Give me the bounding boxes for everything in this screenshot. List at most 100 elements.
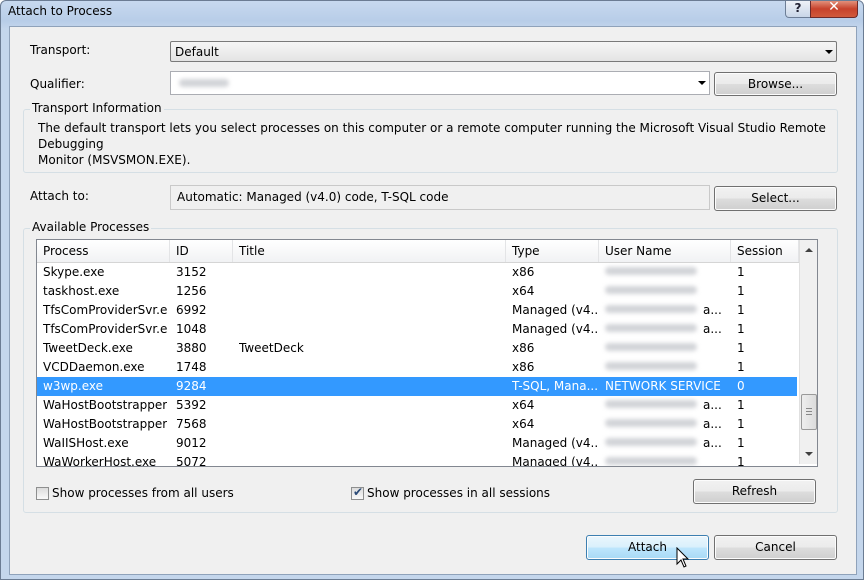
cell-type: Managed (v4.... bbox=[512, 303, 597, 317]
column-header-type[interactable]: Type bbox=[506, 240, 599, 262]
cell-id: 6992 bbox=[176, 303, 207, 317]
table-row[interactable]: taskhost.exe 1256 x64 1 bbox=[37, 282, 797, 301]
redacted-user-name bbox=[605, 301, 697, 320]
column-header-session[interactable]: Session bbox=[731, 240, 799, 262]
table-row[interactable]: WaWorkerHost.exe 5072 Managed (v4.... 1 bbox=[37, 453, 797, 467]
mouse-pointer-icon bbox=[676, 547, 690, 568]
window-title: Attach to Process bbox=[8, 4, 113, 18]
table-row[interactable]: w3wp.exe 9284 T-SQL, Mana... NETWORK SERVIC… bbox=[37, 377, 797, 396]
table-row[interactable]: TfsComProviderSvr.exe 1048 Managed (v4....… bbox=[37, 320, 797, 339]
cell-type: Managed (v4.... bbox=[512, 322, 597, 336]
available-processes-label: Available Processes bbox=[30, 220, 152, 234]
attach-to-value: Automatic: Managed (v4.0) code, T-SQL co… bbox=[177, 190, 449, 204]
redacted-user-name bbox=[605, 453, 697, 466]
cell-id: 9284 bbox=[176, 379, 207, 393]
scroll-down-button[interactable] bbox=[800, 445, 817, 462]
show-all-users-label[interactable]: Show processes from all users bbox=[52, 486, 234, 500]
table-row[interactable]: WaIISHost.exe 9012 Managed (v4.... a... 1 bbox=[37, 434, 797, 453]
cell-type: x86 bbox=[512, 265, 535, 279]
redacted-user-name bbox=[605, 339, 697, 358]
redacted-user-name bbox=[605, 438, 697, 446]
redacted-user-name bbox=[605, 400, 697, 408]
table-row[interactable]: WaHostBootstrapper.... 7568 x64 a... 1 bbox=[37, 415, 797, 434]
attach-to-process-window: Attach to Process ? ✕ Transport: Default… bbox=[0, 0, 864, 580]
transport-dropdown[interactable]: Default bbox=[170, 41, 837, 62]
redacted-user-name bbox=[605, 457, 697, 465]
cell-process: WaWorkerHost.exe bbox=[43, 455, 157, 467]
chevron-down-icon bbox=[825, 50, 833, 54]
cell-user-name: NETWORK SERVICE bbox=[605, 379, 721, 393]
table-row[interactable]: Skype.exe 3152 x86 1 bbox=[37, 263, 797, 282]
qualifier-label: Qualifier: bbox=[30, 77, 85, 91]
cell-type: x64 bbox=[512, 284, 535, 298]
redacted-user-name bbox=[605, 343, 697, 351]
cell-user-name: a... bbox=[703, 417, 722, 431]
show-all-users-checkbox[interactable] bbox=[36, 487, 49, 500]
scroll-up-button[interactable] bbox=[800, 242, 817, 259]
attach-to-label: Attach to: bbox=[30, 189, 89, 203]
redacted-user-name bbox=[605, 419, 697, 427]
table-row[interactable]: WaHostBootstrapper.... 5392 x64 a... 1 bbox=[37, 396, 797, 415]
cell-id: 3152 bbox=[176, 265, 207, 279]
cell-process: TfsComProviderSvr.exe bbox=[43, 303, 167, 317]
close-button[interactable]: ✕ bbox=[810, 1, 858, 18]
column-header-id[interactable]: ID bbox=[170, 240, 233, 262]
table-row[interactable]: VCDDaemon.exe 1748 x86 1 bbox=[37, 358, 797, 377]
cell-id: 1256 bbox=[176, 284, 207, 298]
column-header-title[interactable]: Title bbox=[233, 240, 506, 262]
scrollbar-thumb[interactable] bbox=[801, 394, 817, 430]
checkmark-icon: ✔ bbox=[353, 485, 364, 499]
column-header-user-name[interactable]: User Name bbox=[599, 240, 731, 262]
process-list[interactable]: Process ID Title Type User Name Session … bbox=[36, 239, 818, 467]
redacted-user-name bbox=[605, 282, 697, 301]
cell-session: 1 bbox=[737, 341, 745, 355]
cell-session: 1 bbox=[737, 284, 745, 298]
cell-session: 1 bbox=[737, 436, 745, 450]
cell-process: WaHostBootstrapper.... bbox=[43, 417, 167, 431]
cell-type: Managed (v4.... bbox=[512, 436, 597, 450]
cell-type: x64 bbox=[512, 417, 535, 431]
table-row[interactable]: TweetDeck.exe 3880 TweetDeck x86 1 bbox=[37, 339, 797, 358]
transport-label: Transport: bbox=[30, 43, 91, 57]
browse-button[interactable]: Browse... bbox=[714, 72, 837, 96]
attach-button[interactable]: Attach bbox=[586, 535, 709, 560]
redacted-user-name bbox=[605, 267, 697, 275]
redacted-user-name bbox=[605, 320, 697, 339]
column-header-process[interactable]: Process bbox=[37, 240, 170, 262]
cell-session: 1 bbox=[737, 455, 745, 467]
show-all-sessions-label[interactable]: Show processes in all sessions bbox=[367, 486, 550, 500]
dialog-client-area: Transport: Default Qualifier: Browse... … bbox=[9, 26, 857, 575]
cell-user-name: a... bbox=[703, 303, 722, 317]
table-row[interactable]: TfsComProviderSvr.exe 6992 Managed (v4....… bbox=[37, 301, 797, 320]
redacted-user-name bbox=[605, 396, 697, 415]
cell-user-name: a... bbox=[703, 322, 722, 336]
cell-user-name: a... bbox=[703, 398, 722, 412]
process-list-scrollbar[interactable] bbox=[799, 240, 817, 464]
help-button[interactable]: ? bbox=[785, 1, 811, 18]
cell-type: x64 bbox=[512, 398, 535, 412]
cancel-button[interactable]: Cancel bbox=[714, 535, 837, 560]
cell-process: WaIISHost.exe bbox=[43, 436, 129, 450]
cell-user-name: a... bbox=[703, 436, 722, 450]
refresh-button[interactable]: Refresh bbox=[693, 479, 816, 504]
redacted-user-name bbox=[605, 305, 697, 313]
cell-id: 9012 bbox=[176, 436, 207, 450]
qualifier-input[interactable] bbox=[170, 71, 710, 95]
title-bar: Attach to Process ? ✕ bbox=[1, 1, 863, 25]
cell-title: TweetDeck bbox=[239, 341, 304, 355]
chevron-up-icon bbox=[805, 248, 813, 252]
cell-process: VCDDaemon.exe bbox=[43, 360, 145, 374]
chevron-down-icon[interactable] bbox=[698, 81, 706, 85]
cell-id: 1048 bbox=[176, 322, 207, 336]
transport-value: Default bbox=[175, 45, 219, 59]
cell-type: Managed (v4.... bbox=[512, 455, 597, 467]
attach-to-field: Automatic: Managed (v4.0) code, T-SQL co… bbox=[170, 185, 710, 210]
qualifier-redacted-value bbox=[179, 79, 229, 87]
cell-id: 1748 bbox=[176, 360, 207, 374]
cell-session: 1 bbox=[737, 265, 745, 279]
show-all-sessions-checkbox[interactable]: ✔ bbox=[351, 485, 364, 500]
select-button[interactable]: Select... bbox=[714, 186, 837, 211]
cell-id: 3880 bbox=[176, 341, 207, 355]
cell-id: 7568 bbox=[176, 417, 207, 431]
redacted-user-name bbox=[605, 362, 697, 370]
